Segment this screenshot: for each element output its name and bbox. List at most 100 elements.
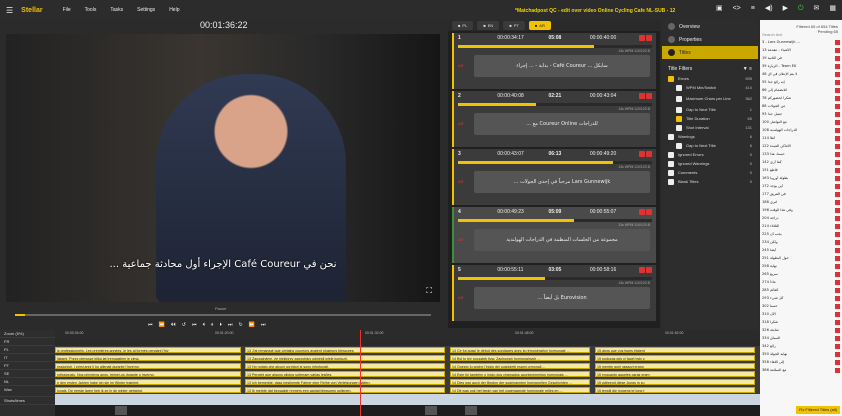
subtitle-start-time[interactable]: 00:00:49:23 (497, 209, 548, 215)
subtitle-text[interactable]: مجموعة من الجلسات المنظمة في الدراجات ال… (474, 229, 650, 251)
video-player[interactable]: ... الإجراء أول محادثة جماعية Café Coure… (6, 34, 440, 302)
filter-checkbox[interactable] (668, 75, 674, 82)
title-list-item[interactable]: 302 حسناً (760, 304, 842, 312)
filter-checkbox[interactable] (668, 133, 674, 140)
subtitle-end-time[interactable]: 00:00:43:04 (590, 93, 639, 99)
table-icon[interactable]: ▦ (829, 5, 836, 13)
filter-checkbox[interactable] (676, 142, 682, 149)
menu-settings[interactable]: Settings (137, 7, 155, 13)
title-list-item[interactable]: 177 في الفريق (760, 192, 842, 200)
title-list-item[interactable]: 13 الأشياء - مقدمة (760, 48, 842, 56)
subtitle-end-time[interactable]: 00:00:49:20 (590, 151, 639, 157)
timeline-segment[interactable]: e den ersten Jahren habe ich sie im Wint… (55, 379, 241, 385)
title-list-item[interactable]: 225 يجب أن (760, 232, 842, 240)
timeline-segment[interactable]: 14 Był to też początek fizw. Zachowań ho… (450, 355, 590, 361)
title-list-item[interactable]: 234 ولكن (760, 240, 842, 248)
transport-button-10[interactable]: ⏩ (249, 322, 255, 328)
code-icon[interactable]: <> (733, 5, 741, 13)
transport-button-1[interactable]: ⏪ (159, 322, 165, 328)
menu-help[interactable]: Help (169, 7, 179, 13)
title-search-input[interactable]: Search text (762, 32, 782, 37)
subtitle-text[interactable]: بداية - ... إجراء - Café Coureur ... ساي… (474, 55, 650, 77)
transport-button-4[interactable]: ⏮ (192, 322, 197, 328)
title-list-item[interactable]: 245 أيضاً (760, 248, 842, 256)
timeline-segment[interactable]: 13 Zauważyłem, że niektórzy zawodnicy od… (245, 355, 445, 361)
subtitle-card[interactable]: 3 00:00:43:07 06:13 00:00:49:20 13s WPM:110/… (452, 149, 656, 205)
title-list-item[interactable]: 265 سريع (760, 272, 842, 280)
filter-row[interactable]: Maximum Chars per Line 362 (662, 92, 758, 105)
filter-checkbox[interactable] (676, 124, 682, 131)
timeline-segment[interactable]: 13 J'ai remarqué que certains coureurs a… (245, 347, 445, 353)
timeline-segment[interactable]: 15 terwijl die jongens te jong t (595, 387, 755, 393)
filter-checkbox[interactable] (668, 169, 674, 176)
tab-lang-ar[interactable]: ■ AR (528, 21, 551, 30)
timeline-segment[interactable]: 14 Ce fut aussi le début des sondages av… (450, 347, 590, 353)
title-list-item[interactable]: 55 إنه رائع جداً (760, 80, 842, 88)
subtitle-start-time[interactable]: 00:00:40:08 (497, 93, 548, 99)
timeline-segment[interactable]: 13 Ich bemerkte, dass bestimmte Fahrer e… (245, 379, 445, 385)
hamburger-menu-icon[interactable]: ☰ (6, 6, 13, 15)
filter-row[interactable]: Shot Interval 131 (662, 123, 758, 132)
filter-row[interactable]: Ignored Warnings 0 (662, 159, 758, 168)
subtitle-text[interactable]: ... مرحباً في إحدى الجولات Lars Gunnewij… (474, 171, 650, 193)
filter-row[interactable]: Gap to Next Title 6 (662, 141, 758, 150)
filter-row[interactable]: Blank Titles 0 (662, 177, 758, 186)
timeline-segment[interactable]: 13 Ho notato che alcuni corridori si son… (245, 363, 445, 369)
tab-lang-en[interactable]: ■ EN (477, 21, 500, 30)
timeline-segment[interactable]: 15 enquanto aqueles caras eram (595, 371, 755, 377)
timeline-segment[interactable]: 13 Ik merkte dat bepaalde renners een aa… (245, 387, 445, 393)
filter-checkbox[interactable] (676, 106, 682, 113)
zoom-label[interactable]: Zoom (5%) (0, 330, 55, 338)
title-list-item[interactable]: 258 نهاية (760, 264, 842, 272)
title-list-item[interactable]: 366 مع السلامة (760, 368, 842, 376)
filter-checkbox[interactable] (676, 84, 682, 91)
transport-button-2[interactable]: ⏴⏴ (171, 322, 176, 328)
transport-button-3[interactable]: ↺ (182, 322, 186, 328)
title-list-item[interactable]: 350 نهاية الجولة (760, 352, 842, 360)
timeline-segment[interactable]: 15 podczas gdy ci facet były z (595, 355, 755, 361)
title-list-item[interactable]: 114 أهلاً (760, 136, 842, 144)
fix-filtered-titles-button[interactable]: Fix Filtered Titles (all) (796, 406, 840, 414)
filter-row[interactable]: Ignored Errors 0 (662, 150, 758, 159)
tab-lang-pl[interactable]: ■ PL (452, 21, 474, 30)
transport-button-9[interactable]: ↻ (239, 322, 243, 328)
subtitle-start-time[interactable]: 00:00:34:17 (497, 35, 548, 41)
subtitle-card[interactable]: 5 00:00:55:11 03:05 00:00:58:16 13s WPM:110/… (452, 265, 656, 321)
title-list-item[interactable]: 66 للانضمام إلى (760, 88, 842, 96)
filter-row[interactable]: Warnings 6 (662, 132, 758, 141)
title-list-item[interactable]: 196 وفي هذا الوقت (760, 208, 842, 216)
timeline-segment[interactable]: rofissionais. Nos primeiros anos, treine… (55, 371, 241, 377)
subtitle-start-time[interactable]: 00:00:55:11 (497, 267, 548, 273)
timeline-segment[interactable]: 14 Questo fu anche l'inizio dei cosiddet… (450, 363, 590, 369)
timeline-segment[interactable]: 15 alors que vos types étaient (595, 347, 755, 353)
nav-overview[interactable]: Overview (662, 20, 758, 33)
subtitle-card[interactable]: 1 00:00:34:17 05:08 00:00:40:00 13s WPM:110/… (452, 33, 656, 89)
tab-lang-pt[interactable]: ■ PT (503, 21, 525, 30)
mail-icon[interactable]: ✉ (814, 5, 820, 13)
timeline-segment[interactable]: is professionnels. Les premières années,… (55, 347, 241, 353)
title-list-item[interactable]: 78 شكراً لحضوركم (760, 96, 842, 104)
title-list-item[interactable]: 326 متابعة (760, 328, 842, 336)
title-list-item[interactable]: 151 قاطع (760, 168, 842, 176)
transport-button-11[interactable]: ⏭ (261, 322, 266, 328)
subtitle-text[interactable]: ... بل أيضاً Eurovision (474, 287, 650, 309)
audio-waveform[interactable] (55, 394, 760, 405)
subtitle-card[interactable]: 4 00:00:49:23 05:09 00:00:55:07 13s WPM:110/… (452, 207, 656, 263)
subtitle-end-time[interactable]: 00:00:40:00 (590, 35, 639, 41)
subtitle-start-time[interactable]: 00:00:43:07 (497, 151, 548, 157)
transport-button-8[interactable]: ⏭ (228, 322, 233, 328)
timeline-segment[interactable]: 14 Dies war auch der Beginn der sogenann… (450, 379, 590, 385)
title-list-item[interactable]: 19 في الثانية (760, 56, 842, 64)
filter-row[interactable]: Gap to Next Title 1 (662, 105, 758, 114)
title-list-item[interactable]: 108 الدراجات الهولندية (760, 128, 842, 136)
filter-row[interactable]: Errors 595 (662, 74, 758, 83)
title-list-item[interactable]: 122 الأماكن الجيدة (760, 144, 842, 152)
title-list-item[interactable]: 163 بطولة أوروبا (760, 176, 842, 184)
menu-file[interactable]: File (63, 7, 71, 13)
power-icon[interactable]: ⏻ (798, 5, 804, 13)
filter-row[interactable]: WPM Min/Switch 414 (662, 83, 758, 92)
title-list-item[interactable]: 133 حسناً، هذا (760, 152, 842, 160)
title-list-item[interactable]: 48 لا يتم الإعلان في أي (760, 72, 842, 80)
title-list-item[interactable]: 142 كما أرى (760, 160, 842, 168)
subtitle-card[interactable]: 2 00:00:40:08 02:21 00:00:43:04 13s WPM:110/… (452, 91, 656, 147)
